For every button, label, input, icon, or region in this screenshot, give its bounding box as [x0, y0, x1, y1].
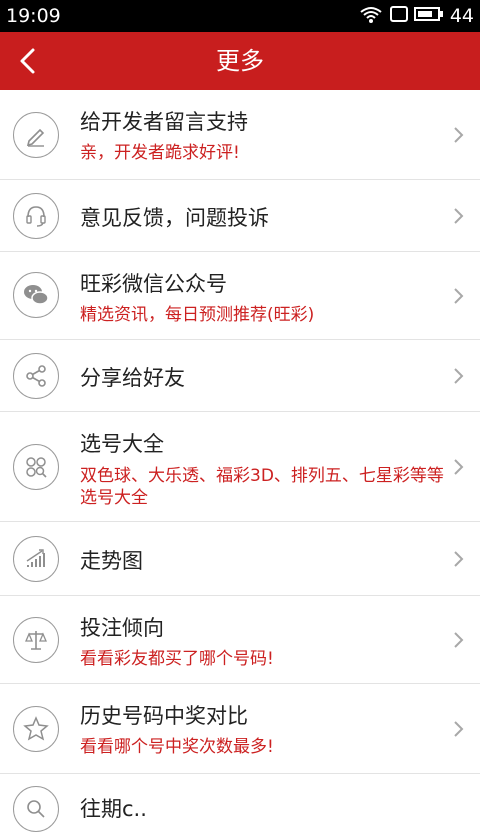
list-item-title: 投注倾向 — [80, 616, 164, 640]
screen-icon — [390, 6, 408, 22]
wechat-icon — [13, 272, 59, 318]
status-bar: 19:09 44 — [0, 0, 480, 32]
battery-level: 44 — [449, 5, 474, 27]
chevron-right-icon — [454, 368, 464, 384]
headset-icon — [13, 193, 59, 239]
list-item-title: 意见反馈，问题投诉 — [80, 206, 269, 230]
battery-icon — [414, 7, 443, 21]
chevron-right-icon — [454, 551, 464, 567]
list-item-subtitle: 看看彩友都买了哪个号码! — [80, 649, 274, 669]
share-icon — [13, 353, 59, 399]
app-bar: 更多 — [0, 32, 480, 90]
trend-chart-icon — [13, 536, 59, 582]
chevron-right-icon — [454, 721, 464, 737]
status-time: 19:09 — [6, 5, 61, 27]
list-item-title: 给开发者留言支持 — [80, 110, 248, 134]
search-icon — [13, 786, 59, 832]
chevron-right-icon — [454, 632, 464, 648]
list-item-title: 往期c.. — [80, 797, 147, 821]
list-item-title: 走势图 — [80, 549, 143, 573]
list-item-wechat[interactable]: 旺彩微信公众号 精选资讯，每日预测推荐(旺彩) — [0, 252, 480, 340]
list-item-subtitle: 精选资讯，每日预测推荐(旺彩) — [80, 305, 315, 325]
list-item-number-picker[interactable]: 选号大全 双色球、大乐透、福彩3D、排列五、七星彩等等选号大全 — [0, 412, 480, 522]
list-item-complaint[interactable]: 意见反馈，问题投诉 — [0, 180, 480, 252]
list-item-share[interactable]: 分享给好友 — [0, 340, 480, 412]
pencil-icon — [13, 112, 59, 158]
star-badge-icon — [13, 706, 59, 752]
balls-search-icon — [13, 444, 59, 490]
list-item-subtitle: 看看哪个号中奖次数最多! — [80, 737, 274, 757]
list-item-history-compare[interactable]: 历史号码中奖对比 看看哪个号中奖次数最多! — [0, 684, 480, 774]
wifi-icon — [360, 7, 382, 23]
chevron-right-icon — [454, 459, 464, 475]
list-item-past-search[interactable]: 往期c.. — [0, 774, 480, 834]
list-item-feedback-support[interactable]: 给开发者留言支持 亲，开发者跪求好评! — [0, 90, 480, 180]
chevron-right-icon — [454, 288, 464, 304]
list-item-title: 分享给好友 — [80, 366, 185, 390]
list-item-subtitle: 亲，开发者跪求好评! — [80, 143, 240, 163]
list-item-trend-chart[interactable]: 走势图 — [0, 522, 480, 596]
list-item-betting-trend[interactable]: 投注倾向 看看彩友都买了哪个号码! — [0, 596, 480, 684]
list-item-title: 选号大全 — [80, 432, 164, 456]
list-item-title: 历史号码中奖对比 — [80, 704, 248, 728]
scale-icon — [13, 617, 59, 663]
list-item-title: 旺彩微信公众号 — [80, 272, 227, 296]
chevron-right-icon — [454, 208, 464, 224]
list-item-subtitle: 双色球、大乐透、福彩3D、排列五、七星彩等等选号大全 — [80, 466, 444, 508]
chevron-right-icon — [454, 127, 464, 143]
page-title: 更多 — [216, 47, 264, 75]
